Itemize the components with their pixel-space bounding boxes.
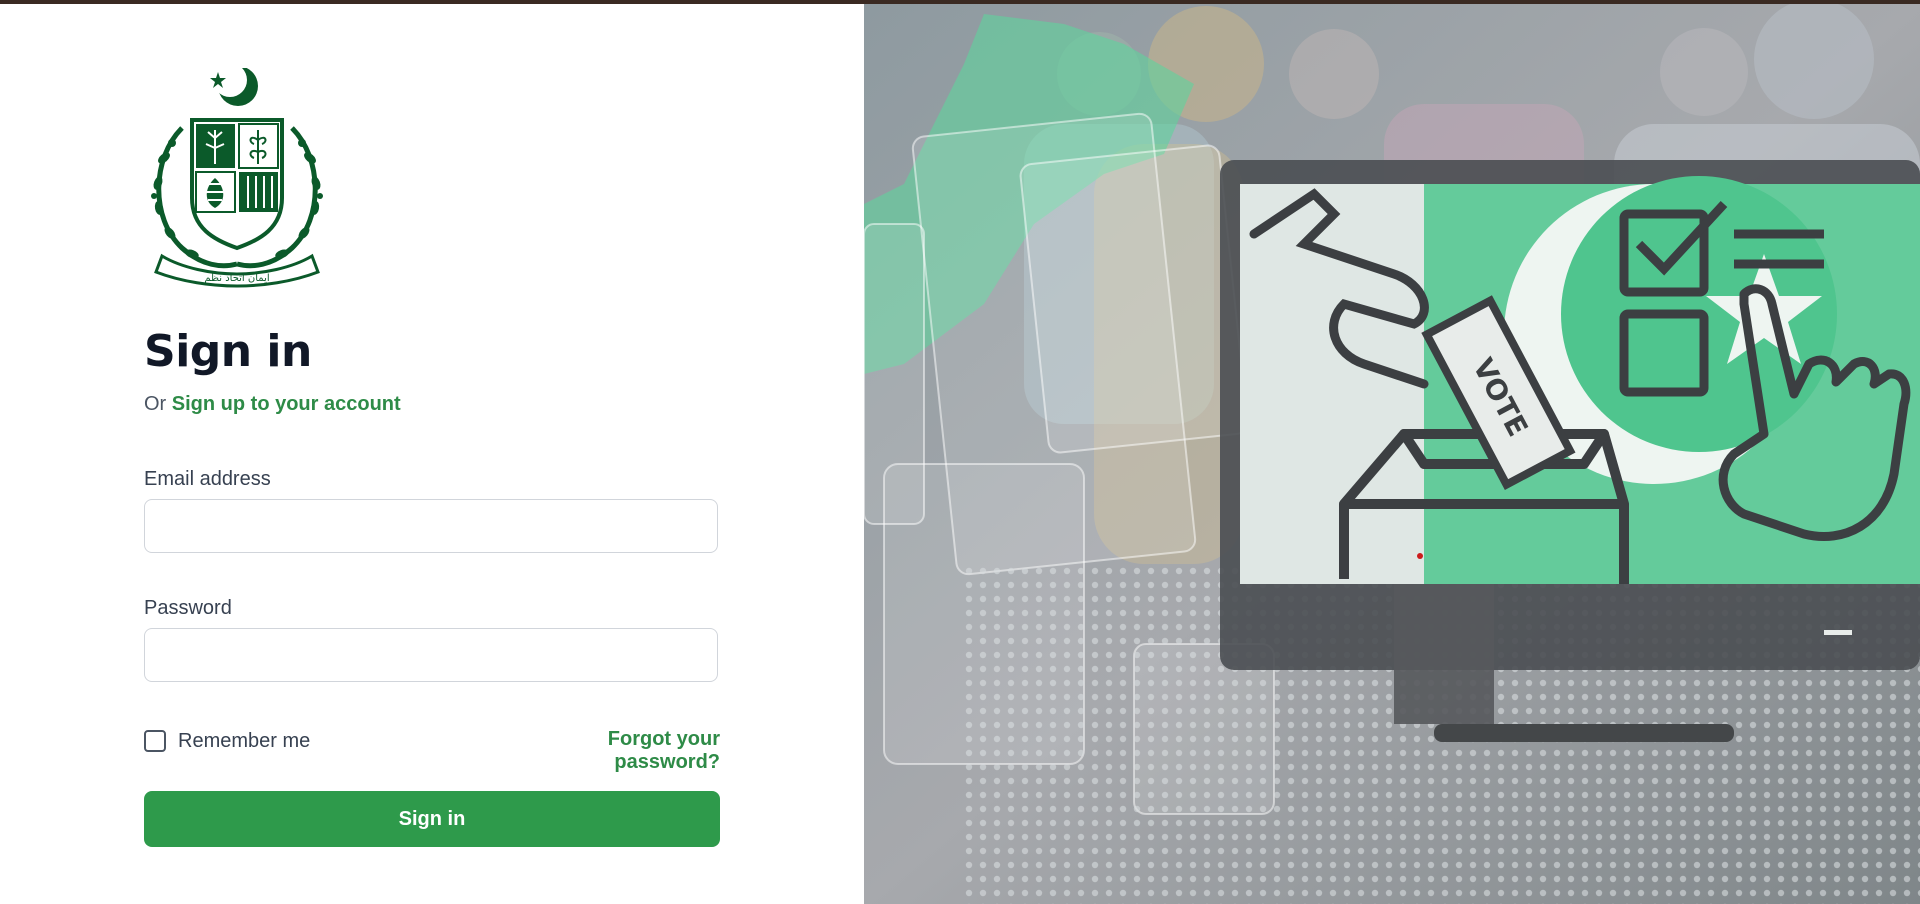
email-label: Email address (144, 468, 271, 490)
state-emblem-icon: ایمان اتحاد نظم (142, 63, 332, 288)
signup-link[interactable]: Sign up to your account (172, 393, 401, 415)
forgot-password-link[interactable]: Forgot your password? (502, 728, 720, 774)
signup-prefix: Or (144, 393, 167, 415)
signup-prompt: Or Sign up to your account (144, 393, 401, 416)
remember-me-checkbox[interactable] (144, 730, 166, 752)
password-field[interactable] (144, 628, 718, 682)
remember-me-label[interactable]: Remember me (178, 730, 310, 753)
signin-panel: ایمان اتحاد نظم Sign in Or Sign up to yo… (0, 4, 864, 904)
sign-in-button[interactable]: Sign in (144, 791, 720, 847)
svg-text:ایمان اتحاد نظم: ایمان اتحاد نظم (204, 273, 269, 284)
page-title: Sign in (144, 326, 312, 377)
email-field[interactable] (144, 499, 718, 553)
password-label: Password (144, 597, 232, 619)
remember-me-row: Remember me (144, 728, 310, 754)
voting-hero-illustration: VOTE (864, 4, 1920, 904)
